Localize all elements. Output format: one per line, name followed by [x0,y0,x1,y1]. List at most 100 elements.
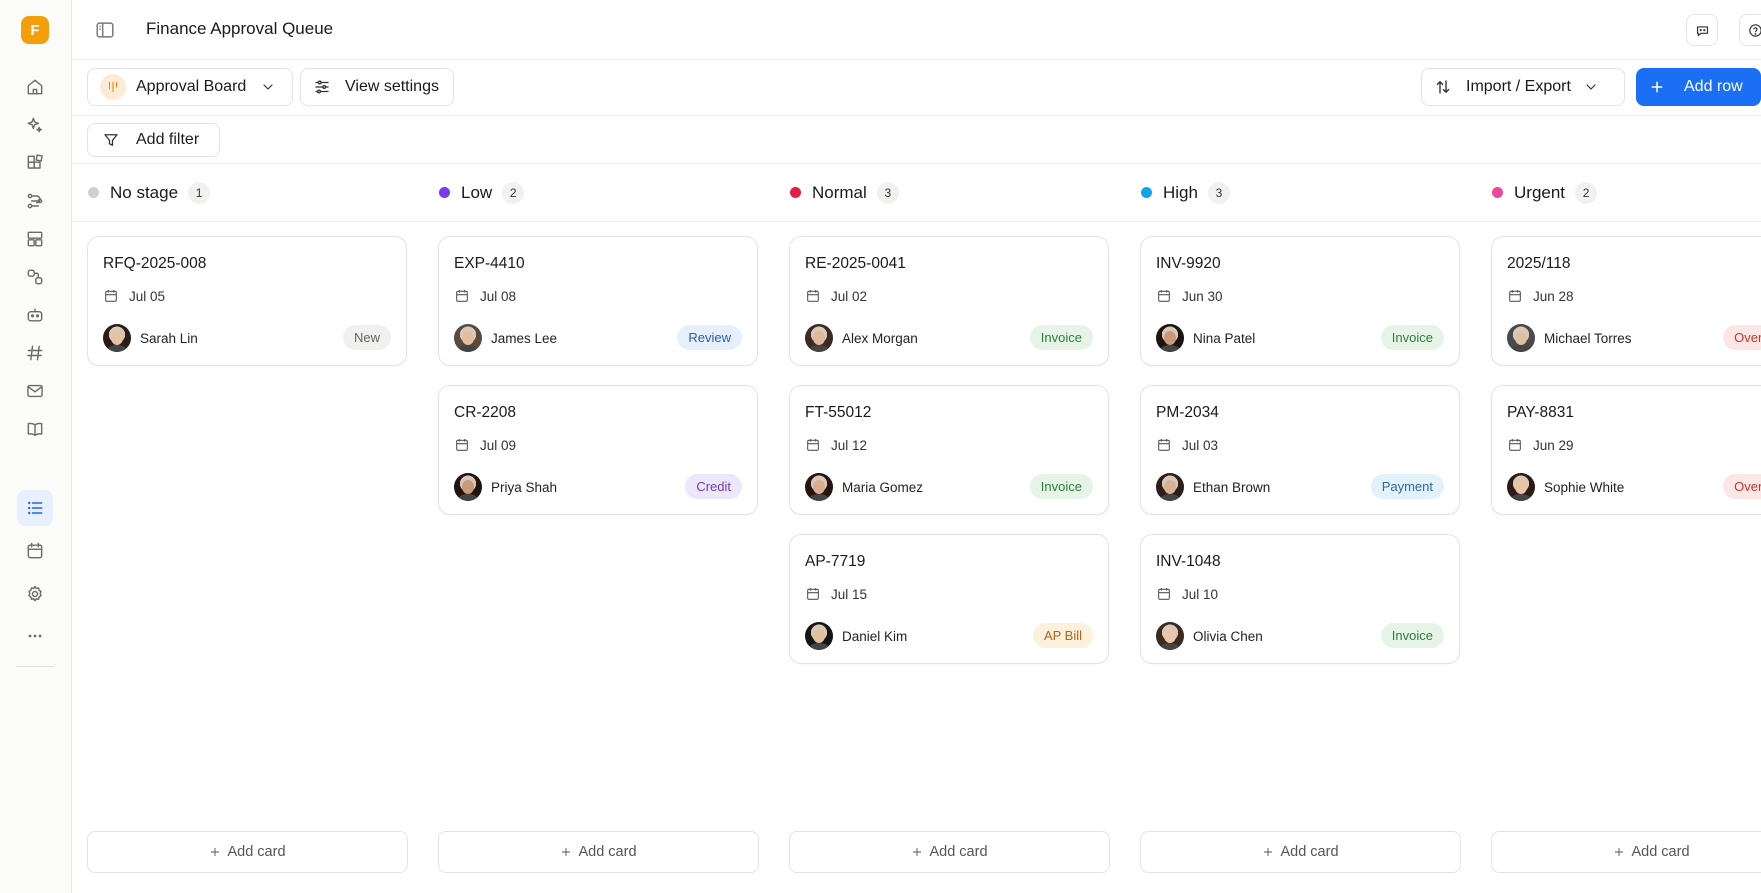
kanban-card[interactable]: INV-9920 Jun 30 Nina Patel Invoice [1140,236,1460,366]
card-title: FT-55012 [805,404,872,421]
card-assignee: Sarah Lin [103,324,198,352]
apps-icon[interactable] [17,145,53,181]
mail-icon[interactable] [17,373,53,409]
add-card-button[interactable]: Add card [438,831,759,873]
hash-icon[interactable] [17,335,53,371]
add-card-button[interactable]: Add card [1491,831,1761,873]
plus-icon [1264,848,1273,856]
integrations-icon[interactable] [17,259,53,295]
kanban-card[interactable]: AP-7719 Jul 15 Daniel Kim AP Bill [789,534,1109,664]
workspace-logo[interactable]: F [21,16,49,44]
column-header[interactable]: No stage 1 [72,164,423,222]
column-count-badge: 3 [1207,181,1230,204]
card-title: INV-9920 [1156,255,1221,272]
column-header[interactable]: Normal 3 [774,164,1125,222]
card-assignee: Michael Torres [1507,324,1632,352]
card-assignee: Daniel Kim [805,622,907,650]
card-date: Jun 29 [1507,437,1574,453]
add-filter-button[interactable]: Add filter [87,123,220,157]
avatar [1156,324,1184,352]
help-icon[interactable] [1739,14,1761,46]
avatar [1156,622,1184,650]
card-tag-badge: Credit [685,474,742,499]
plus-icon [211,848,220,856]
calendar-icon [807,588,819,600]
kanban-card[interactable]: EXP-4410 Jul 08 James Lee Review [438,236,758,366]
plus-icon [913,848,922,856]
card-assignee: James Lee [454,324,557,352]
add-card-label: Add card [227,844,286,860]
calendar-icon [807,439,819,451]
calendar-icon [807,290,819,302]
kanban-card[interactable]: PM-2034 Jul 03 Ethan Brown Payment [1140,385,1460,515]
card-tag-badge: Payment [1370,474,1444,499]
card-date: Jul 05 [103,288,165,304]
more-icon[interactable] [17,618,53,654]
card-date: Jul 10 [1156,586,1218,602]
card-date: Jun 30 [1156,288,1223,304]
add-card-button[interactable]: Add card [789,831,1110,873]
assistant-icon[interactable] [1686,14,1718,46]
card-date-label: Jul 09 [480,437,517,453]
layout-icon[interactable] [17,221,53,257]
kanban-card[interactable]: 2025/118 Jun 28 Michael Torres Overdue [1491,236,1761,366]
assignee-name: Priya Shah [491,479,558,495]
stage-dot [88,187,99,198]
column-title: Low [461,182,493,202]
kanban-card[interactable]: PAY-8831 Jun 29 Sophie White Overdue [1491,385,1761,515]
list-icon[interactable] [17,490,53,526]
card-tag-badge: AP Bill [1032,623,1093,648]
calendar-icon[interactable] [17,533,53,569]
kanban-card[interactable]: CR-2208 Jul 09 Priya Shah Credit [438,385,758,515]
kanban-card[interactable]: RFQ-2025-008 Jul 05 Sarah Lin New [87,236,407,366]
bot-icon[interactable] [17,297,53,333]
column-header[interactable]: High 3 [1125,164,1476,222]
sidebar-toggle-icon[interactable] [92,17,118,43]
add-card-label: Add card [1631,844,1690,860]
card-date-label: Jun 28 [1533,288,1574,304]
avatar [454,473,482,501]
workflow-icon[interactable] [17,183,53,219]
avatar [103,324,131,352]
card-date-label: Jun 30 [1182,288,1223,304]
swap-vertical-icon [1436,80,1450,94]
card-date: Jul 12 [805,437,867,453]
card-assignee: Priya Shah [454,473,557,501]
chevron-down-icon [1586,84,1596,90]
avatar [1507,324,1535,352]
column-header[interactable]: Urgent 2 [1476,164,1761,222]
add-card-button[interactable]: Add card [87,831,408,873]
plus-icon [1615,848,1624,856]
book-icon[interactable] [17,411,53,447]
add-card-button[interactable]: Add card [1140,831,1461,873]
settings-icon[interactable] [17,576,53,612]
assignee-name: Nina Patel [1193,330,1256,346]
calendar-icon [456,290,468,302]
board-selector[interactable]: Approval Board [87,68,293,106]
avatar [1156,473,1184,501]
stage-dot [439,187,450,198]
home-icon[interactable] [17,69,53,105]
card-assignee: Nina Patel [1156,324,1255,352]
plus-icon [562,848,571,856]
sidebar: F [0,0,72,893]
avatar [1507,473,1535,501]
column-header[interactable]: Low 2 [423,164,774,222]
filter-bar: Add filter [72,116,1761,164]
assignee-name: Michael Torres [1544,330,1632,346]
card-title: 2025/118 [1507,255,1571,272]
kanban-card[interactable]: INV-1048 Jul 10 Olivia Chen Invoice [1140,534,1460,664]
assignee-name: Sarah Lin [140,330,198,346]
board-column: No stage 1 RFQ-2025-008 Jul 05 Sarah Lin New A… [72,164,424,893]
avatar [454,324,482,352]
card-date-label: Jun 29 [1533,437,1574,453]
view-settings-button[interactable]: View settings [300,68,454,106]
plus-icon [1651,81,1663,93]
add-row-button[interactable]: Add row [1636,68,1761,106]
calendar-icon [1158,588,1170,600]
sparkles-icon[interactable] [17,107,53,143]
card-assignee: Alex Morgan [805,324,918,352]
kanban-card[interactable]: RE-2025-0041 Jul 02 Alex Morgan Invoice [789,236,1109,366]
kanban-card[interactable]: FT-55012 Jul 12 Maria Gomez Invoice [789,385,1109,515]
import-export-button[interactable]: Import / Export [1421,68,1625,106]
